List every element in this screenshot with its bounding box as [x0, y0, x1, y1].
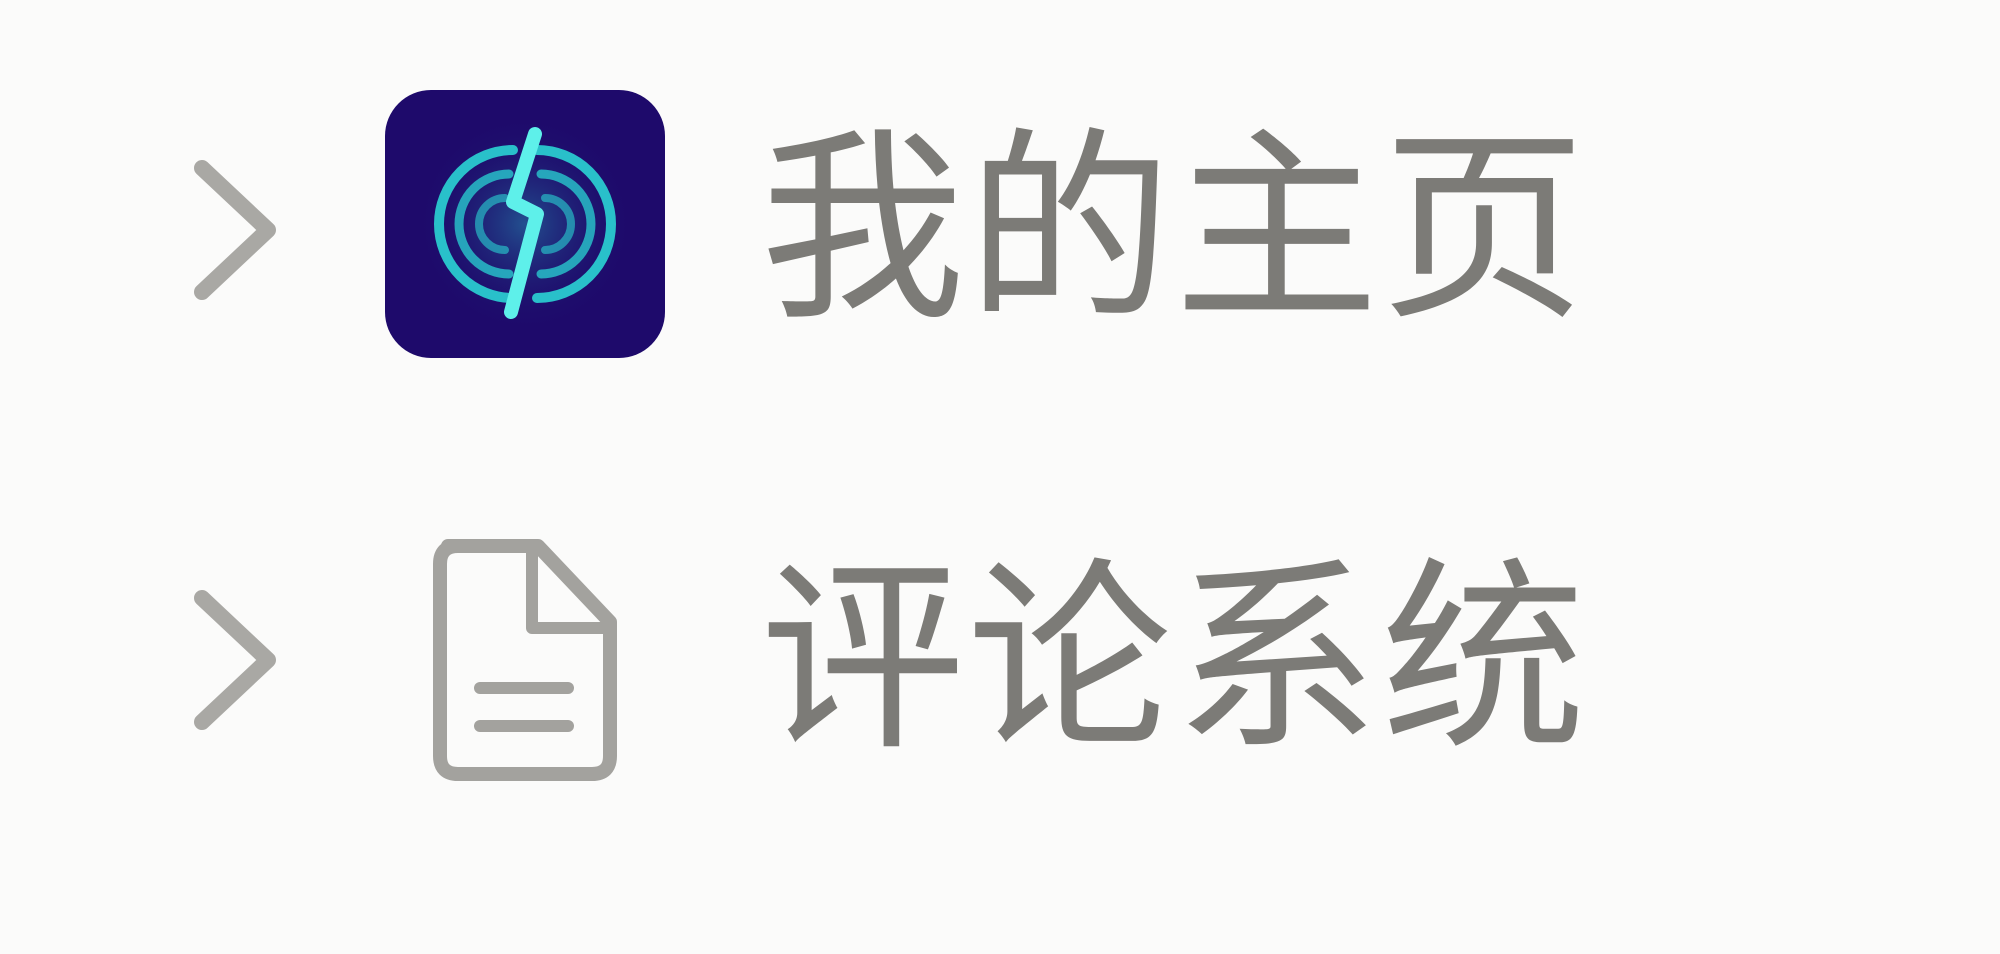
chevron-right-icon[interactable]: [180, 150, 290, 310]
sidebar-page-tree: 我的主页 评论系统: [0, 0, 2000, 954]
sidebar-item-my-homepage[interactable]: 我的主页: [0, 80, 2000, 380]
document-icon: [420, 530, 630, 790]
sidebar-item-label: 评论系统: [760, 541, 1588, 779]
chevron-right-icon[interactable]: [180, 580, 290, 740]
sidebar-item-label: 我的主页: [760, 111, 1588, 349]
homepage-logo-icon: [385, 90, 665, 358]
sidebar-item-comment-system[interactable]: 评论系统: [0, 510, 2000, 810]
